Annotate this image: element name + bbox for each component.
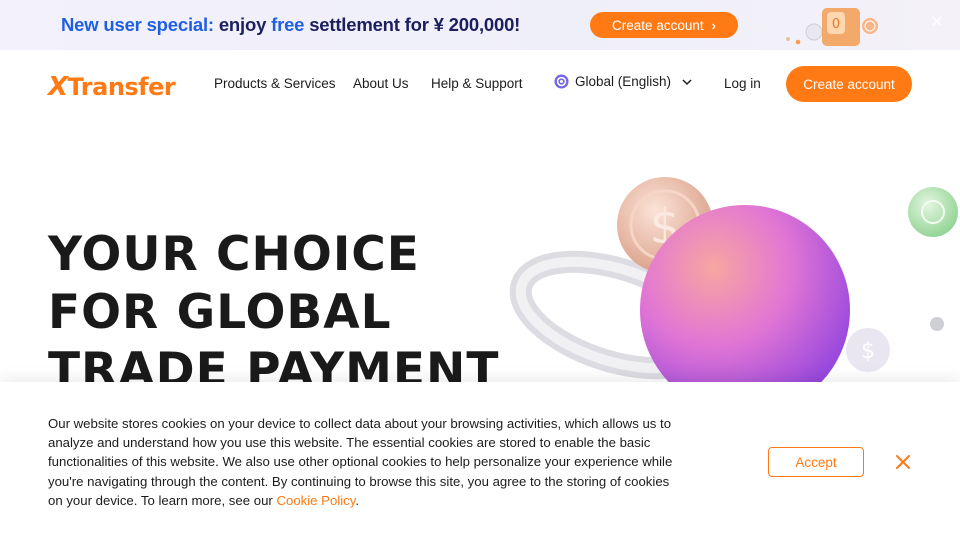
cookie-consent-banner: Our website stores cookies on your devic…: [0, 382, 960, 540]
promo-create-account-button[interactable]: Create account ›: [590, 12, 738, 38]
cookie-body: Our website stores cookies on your devic…: [48, 416, 673, 508]
hero-illustration: $ $: [509, 177, 958, 390]
nav-help-support[interactable]: Help & Support: [431, 76, 523, 91]
hero-headline: YOUR CHOICE FOR GLOBAL TRADE PAYMENT: [48, 226, 499, 400]
cookie-policy-link[interactable]: Cookie Policy: [276, 493, 355, 508]
promo-button-label: Create account: [612, 17, 704, 33]
hero-line: YOUR CHOICE: [48, 227, 420, 282]
language-selector[interactable]: Global (English): [554, 74, 693, 89]
promo-close-icon[interactable]: ✕: [928, 14, 946, 32]
globe-icon: [554, 74, 569, 89]
promo-segment: New user special:: [61, 14, 214, 35]
promo-segment: free: [271, 14, 305, 35]
promo-segment: settlement for ¥ 200,000!: [304, 14, 521, 35]
login-link[interactable]: Log in: [724, 76, 761, 91]
gift-coins-illustration: 0: [786, 8, 878, 46]
nav-about-us[interactable]: About Us: [353, 76, 409, 91]
chevron-down-icon: [682, 78, 692, 85]
language-label: Global (English): [575, 74, 672, 89]
nav-products-services[interactable]: Products & Services: [214, 76, 336, 91]
create-account-button[interactable]: Create account: [786, 66, 912, 102]
chevron-right-icon: ›: [711, 17, 716, 33]
cookie-suffix: .: [355, 492, 360, 508]
promo-banner: New user special: enjoy free settlement …: [0, 0, 960, 50]
xtransfer-logo[interactable]: XTransfer: [48, 72, 176, 102]
promo-segment: enjoy: [213, 14, 272, 35]
promo-text: New user special: enjoy free settlement …: [61, 14, 520, 36]
cookie-message: Our website stores cookies on your devic…: [48, 414, 678, 510]
accept-cookies-button[interactable]: Accept: [768, 447, 864, 477]
top-navigation: XTransfer Products & Services About Us H…: [0, 50, 960, 118]
hero-line: FOR GLOBAL: [48, 285, 392, 340]
close-icon[interactable]: [893, 452, 913, 472]
svg-text:$: $: [861, 339, 875, 364]
logo-x: X: [48, 72, 68, 102]
logo-text: Transfer: [67, 73, 176, 101]
svg-text:0: 0: [832, 17, 840, 32]
